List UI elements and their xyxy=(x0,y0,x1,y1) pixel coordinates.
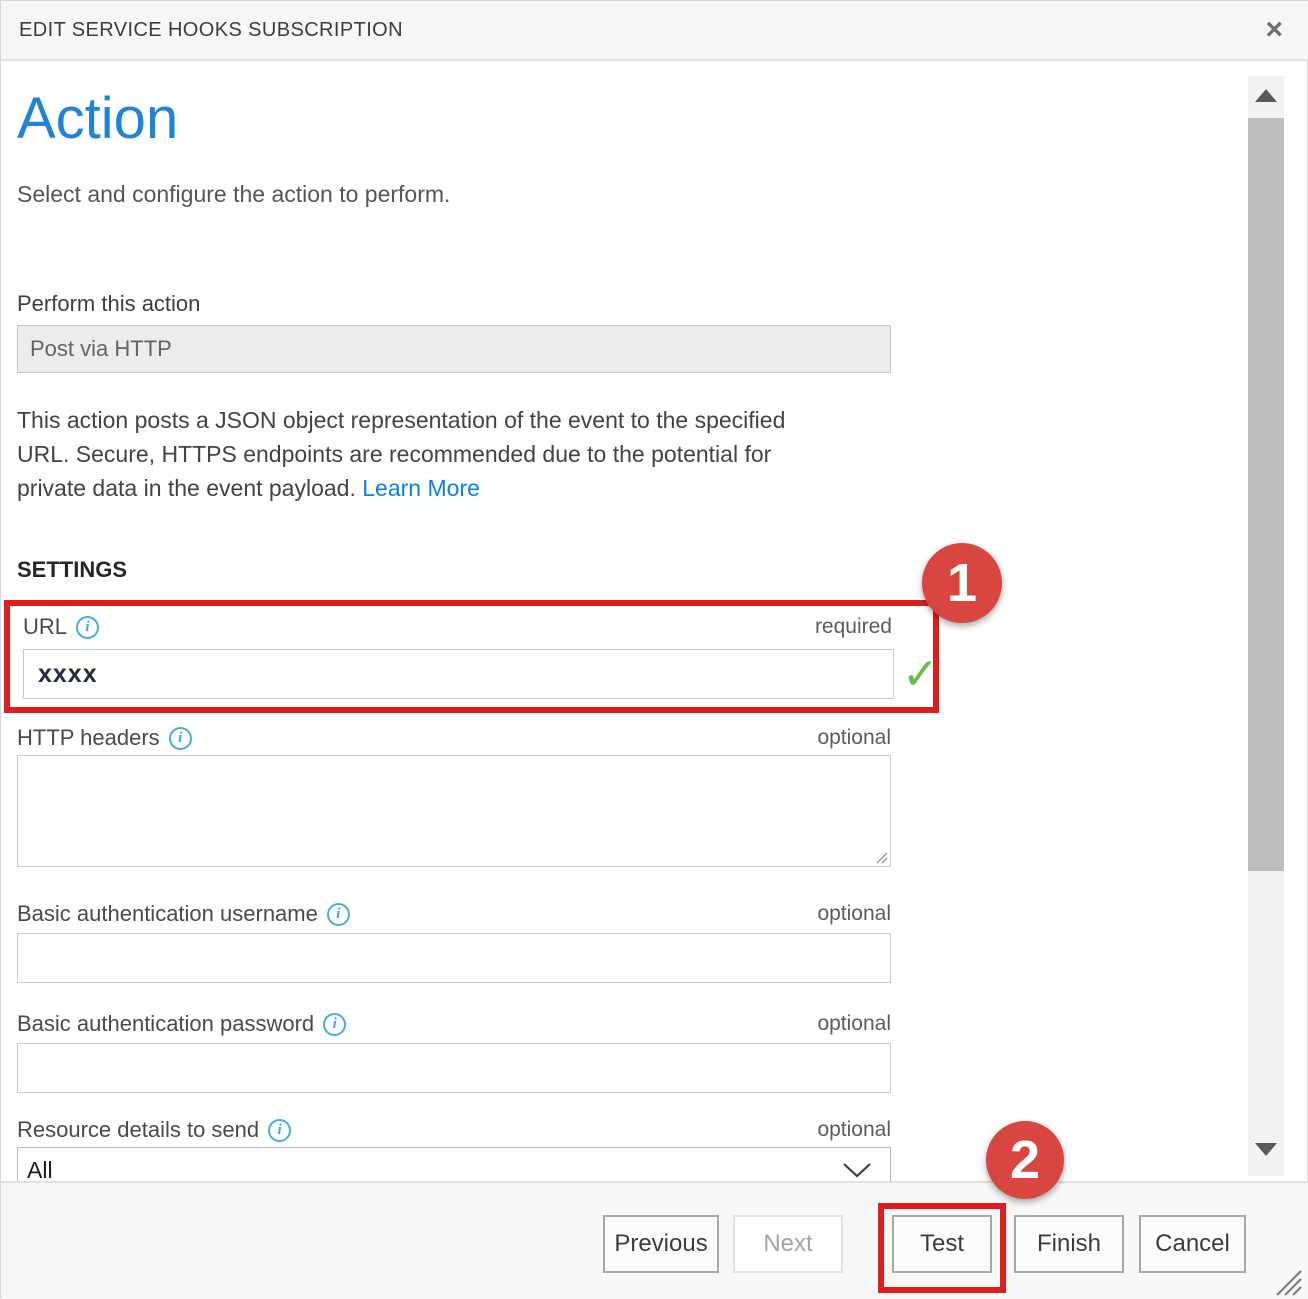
dialog-footer: Previous Next Test Finish Cancel xyxy=(1,1181,1308,1299)
description-line3-text: private data in the event payload. xyxy=(17,475,356,501)
test-button[interactable]: Test xyxy=(892,1215,992,1273)
info-icon[interactable]: i xyxy=(76,616,99,639)
learn-more-link[interactable]: Learn More xyxy=(362,475,480,501)
http-headers-label-text: HTTP headers xyxy=(17,725,160,751)
dialog-title: EDIT SERVICE HOOKS SUBSCRIPTION xyxy=(19,19,403,42)
scroll-up-icon[interactable] xyxy=(1255,89,1277,102)
basic-auth-password-label: Basic authentication password i xyxy=(17,1011,346,1037)
valid-check-icon: ✓ xyxy=(902,649,939,700)
basic-auth-password-label-text: Basic authentication password xyxy=(17,1011,314,1037)
scrollbar-thumb[interactable] xyxy=(1248,118,1284,871)
annotation-step1-badge: 1 xyxy=(922,543,1002,623)
basic-auth-username-label-text: Basic authentication username xyxy=(17,901,318,927)
basic-auth-password-row: Basic authentication password i optional xyxy=(17,1011,891,1037)
info-icon[interactable]: i xyxy=(323,1013,346,1036)
action-description: This action posts a JSON object represen… xyxy=(17,403,913,505)
http-headers-optional-badge: optional xyxy=(817,726,891,750)
page-title: Action xyxy=(17,85,178,152)
perform-action-field xyxy=(17,325,891,373)
basic-auth-password-optional-badge: optional xyxy=(817,1012,891,1036)
dialog-titlebar: EDIT SERVICE HOOKS SUBSCRIPTION × xyxy=(1,1,1308,61)
resource-details-label-text: Resource details to send xyxy=(17,1117,259,1143)
basic-auth-password-input[interactable] xyxy=(17,1043,891,1093)
resource-details-selected-value: All xyxy=(27,1157,53,1184)
description-line: private data in the event payload. Learn… xyxy=(17,471,913,505)
scroll-down-icon[interactable] xyxy=(1255,1143,1277,1156)
url-label: URL i xyxy=(23,614,99,640)
info-icon[interactable]: i xyxy=(268,1119,291,1142)
finish-button[interactable]: Finish xyxy=(1014,1215,1124,1273)
description-line: This action posts a JSON object represen… xyxy=(17,403,913,437)
url-field-row: URL i required xyxy=(23,614,892,640)
chevron-down-icon xyxy=(842,1162,872,1178)
next-button: Next xyxy=(733,1215,843,1273)
http-headers-label: HTTP headers i xyxy=(17,725,192,751)
basic-auth-username-optional-badge: optional xyxy=(817,902,891,926)
info-icon[interactable]: i xyxy=(327,903,350,926)
http-headers-textarea[interactable] xyxy=(17,755,891,867)
url-required-badge: required xyxy=(815,615,892,639)
resource-details-optional-badge: optional xyxy=(817,1118,891,1142)
settings-heading: SETTINGS xyxy=(17,557,127,583)
resource-details-row: Resource details to send i optional xyxy=(17,1117,891,1143)
perform-action-label: Perform this action xyxy=(17,291,200,317)
vertical-scrollbar[interactable] xyxy=(1248,76,1284,1176)
page-subtitle: Select and configure the action to perfo… xyxy=(17,181,450,208)
previous-button[interactable]: Previous xyxy=(603,1215,719,1273)
window-resize-grip[interactable] xyxy=(1273,1267,1303,1297)
info-icon[interactable]: i xyxy=(169,727,192,750)
close-icon[interactable]: × xyxy=(1265,15,1283,45)
description-line: URL. Secure, HTTPS endpoints are recomme… xyxy=(17,437,913,471)
url-label-text: URL xyxy=(23,614,67,640)
basic-auth-username-input[interactable] xyxy=(17,933,891,983)
basic-auth-username-label: Basic authentication username i xyxy=(17,901,350,927)
resource-details-label: Resource details to send i xyxy=(17,1117,291,1143)
url-input[interactable] xyxy=(23,649,894,699)
http-headers-row: HTTP headers i optional xyxy=(17,725,891,751)
basic-auth-username-row: Basic authentication username i optional xyxy=(17,901,891,927)
cancel-button[interactable]: Cancel xyxy=(1139,1215,1246,1273)
